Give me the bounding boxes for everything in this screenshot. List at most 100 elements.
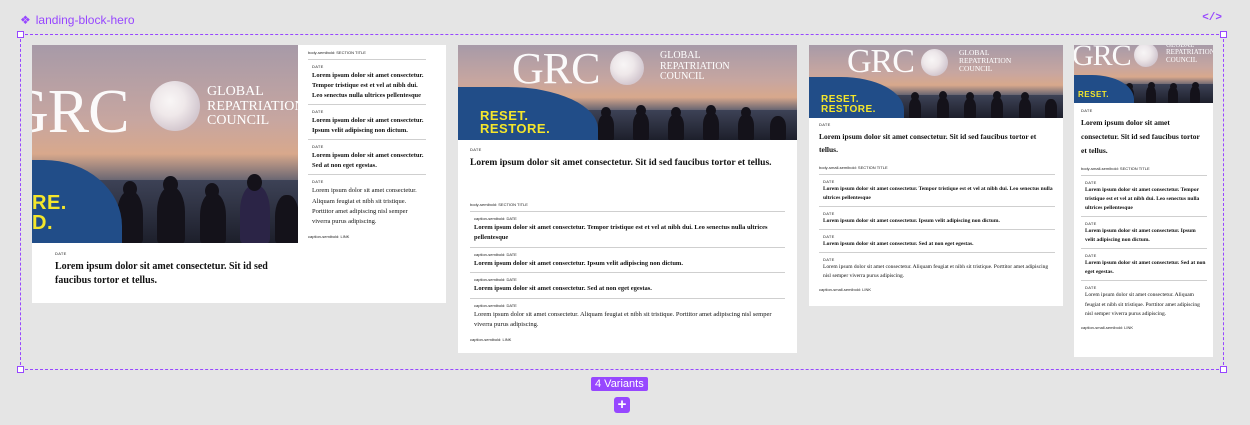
hero-org-name: GLOBAL REPATRIATION COUNCIL <box>660 50 730 83</box>
hero-image: GRC GLOBAL REPATRIATION COUNCIL RE. D. <box>32 45 298 243</box>
news-item[interactable]: DATE Lorem ipsum dolor sit amet consecte… <box>1081 217 1207 250</box>
hero-image: GRC GLOBAL REPATRIATION COUNCIL RESET. R… <box>809 45 1063 118</box>
tagline-line-2: RESTORE. <box>480 121 551 136</box>
item-text: Lorem ipsum dolor sit amet consectetur. … <box>312 187 417 225</box>
section-link[interactable]: caption-small-semibold: LINK <box>819 287 1055 292</box>
item-text: Lorem ipsum dolor sit amet consectetur. … <box>474 310 772 328</box>
item-text: Lorem ipsum dolor sit amet consectetur. … <box>474 285 652 293</box>
hero-tagline: RE. D. <box>32 193 67 233</box>
item-text: Lorem ipsum dolor sit amet consectetur. … <box>1085 228 1196 244</box>
section-title: body-semibold: SECTION TITLE <box>470 202 785 212</box>
hero-headline: Lorem ipsum dolor sit amet consectetur. … <box>55 261 268 286</box>
item-date: caption-semibold: DATE <box>474 216 517 221</box>
globe-logo-icon <box>610 51 644 85</box>
item-date: DATE <box>823 179 835 184</box>
section-link[interactable]: caption-small-semibold: LINK <box>1081 325 1207 330</box>
news-item[interactable]: DATE Lorem ipsum dolor sit amet consecte… <box>1081 281 1207 321</box>
news-list: body-small-semibold: SECTION TITLE DATE … <box>819 165 1055 292</box>
item-text: Lorem ipsum dolor sit amet consectetur. … <box>474 224 768 242</box>
variant-desktop-wide[interactable]: GRC GLOBAL REPATRIATION COUNCIL RE. D. D… <box>32 45 446 303</box>
news-item[interactable]: DATE Lorem ipsum dolor sit amet consecte… <box>819 175 1055 208</box>
hero-tagline: RESET. <box>1078 91 1109 99</box>
item-date: DATE <box>1085 285 1097 291</box>
news-item[interactable]: caption-semibold: DATE Lorem ipsum dolor… <box>470 212 785 248</box>
item-text: Lorem ipsum dolor sit amet consectetur. … <box>1085 260 1206 276</box>
component-icon: ❖ <box>20 13 31 27</box>
section-title: body-semibold: SECTION TITLE <box>308 50 426 60</box>
hero-image: GRC GLOBAL REPATRIATION COUNCIL RESET. R… <box>458 45 797 140</box>
date-label: DATE <box>55 251 67 256</box>
hero-text-block: DATE Lorem ipsum dolor sit amet consecte… <box>55 251 280 288</box>
section-title: body-small-semibold: SECTION TITLE <box>819 165 1055 175</box>
org-line-3: COUNCIL <box>959 63 993 73</box>
item-date: DATE <box>312 179 324 185</box>
org-line-2: REPATRIATION <box>207 98 298 114</box>
item-date: caption-semibold: DATE <box>474 251 517 257</box>
org-line-1: GLOBAL <box>660 50 701 61</box>
hero-image: GRC GLOBAL REPATRIATION COUNCIL RESET. <box>1074 45 1213 103</box>
hero-text-block: DATE Lorem ipsum dolor sit amet consecte… <box>819 122 1055 156</box>
item-date: DATE <box>312 109 324 115</box>
item-date: DATE <box>1085 253 1097 259</box>
item-text: Lorem ipsum dolor sit amet consectetur. … <box>823 241 974 248</box>
item-text: Lorem ipsum dolor sit amet consectetur. … <box>823 186 1053 202</box>
hero-headline: Lorem ipsum dolor sit amet consectetur. … <box>470 158 772 168</box>
resize-handle-bottom-left[interactable] <box>17 366 24 373</box>
item-text: Lorem ipsum dolor sit amet consectetur. … <box>1085 187 1200 212</box>
news-item[interactable]: DATE Lorem ipsum dolor sit amet consecte… <box>308 140 426 176</box>
item-date: DATE <box>823 257 835 263</box>
variant-mobile[interactable]: GRC GLOBAL REPATRIATION COUNCIL RESET. D… <box>1074 45 1213 357</box>
component-name: landing-block-hero <box>35 13 135 27</box>
hero-logo-text: GRC <box>32 78 129 146</box>
news-item[interactable]: DATE Lorem ipsum dolor sit amet consecte… <box>308 60 426 106</box>
date-label: DATE <box>470 147 482 152</box>
resize-handle-top-right[interactable] <box>1220 31 1227 38</box>
hero-org-name: GLOBAL REPATRIATION COUNCIL <box>1166 45 1213 64</box>
item-date: DATE <box>312 144 324 150</box>
item-date: DATE <box>1085 180 1097 185</box>
section-title: body-small-semibold: SECTION TITLE <box>1081 166 1207 176</box>
hero-logo-text: GRC <box>847 45 915 80</box>
news-item[interactable]: DATE Lorem ipsum dolor sit amet consecte… <box>308 105 426 141</box>
item-date: DATE <box>823 234 835 240</box>
item-date: DATE <box>1085 221 1097 227</box>
date-label: DATE <box>1081 108 1093 113</box>
news-sidebar: body-semibold: SECTION TITLE DATE Lorem … <box>308 50 426 239</box>
org-line-3: COUNCIL <box>207 113 270 129</box>
hero-headline: Lorem ipsum dolor sit amet consectetur. … <box>819 132 1037 155</box>
hero-headline: Lorem ipsum dolor sit amet consectetur. … <box>1081 118 1200 155</box>
item-text: Lorem ipsum dolor sit amet consectetur. … <box>474 259 683 267</box>
tagline-line-1: RESET. <box>1078 90 1110 99</box>
variants-count-badge[interactable]: 4 Variants <box>591 377 648 391</box>
resize-handle-top-left[interactable] <box>17 31 24 38</box>
news-item[interactable]: caption-semibold: DATE Lorem ipsum dolor… <box>470 299 785 334</box>
news-list: body-small-semibold: SECTION TITLE DATE … <box>1081 166 1207 330</box>
org-line-3: COUNCIL <box>660 71 705 82</box>
code-icon[interactable]: </> <box>1202 12 1222 24</box>
add-variant-button[interactable]: + <box>614 397 630 413</box>
tagline-line-2: D. <box>32 212 53 234</box>
resize-handle-bottom-right[interactable] <box>1220 366 1227 373</box>
news-item[interactable]: DATE Lorem ipsum dolor sit amet consecte… <box>819 230 1055 254</box>
globe-logo-icon <box>1134 45 1158 67</box>
hero-tagline: RESET. RESTORE. <box>821 95 876 115</box>
news-item[interactable]: DATE Lorem ipsum dolor sit amet consecte… <box>819 207 1055 231</box>
hero-logo-text: GRC <box>512 45 600 93</box>
news-item[interactable]: caption-semibold: DATE Lorem ipsum dolor… <box>470 273 785 299</box>
org-line-1: GLOBAL <box>207 84 264 99</box>
news-item[interactable]: DATE Lorem ipsum dolor sit amet consecte… <box>819 253 1055 284</box>
hero-org-name: GLOBAL REPATRIATION COUNCIL <box>959 49 1011 73</box>
section-link[interactable]: caption-semibold: LINK <box>308 234 426 239</box>
item-text: Lorem ipsum dolor sit amet consectetur. … <box>312 72 424 100</box>
variant-small[interactable]: GRC GLOBAL REPATRIATION COUNCIL RESET. R… <box>809 45 1063 306</box>
hero-logo-text: GRC <box>1074 45 1132 72</box>
news-item[interactable]: DATE Lorem ipsum dolor sit amet consecte… <box>1081 249 1207 282</box>
section-link[interactable]: caption-semibold: LINK <box>470 337 785 342</box>
news-item[interactable]: DATE Lorem ipsum dolor sit amet consecte… <box>308 175 426 229</box>
item-text: Lorem ipsum dolor sit amet consectetur. … <box>312 152 424 170</box>
variant-tablet[interactable]: GRC GLOBAL REPATRIATION COUNCIL RESET. R… <box>458 45 797 353</box>
globe-logo-icon <box>150 81 200 131</box>
news-item[interactable]: caption-semibold: DATE Lorem ipsum dolor… <box>470 248 785 274</box>
news-item[interactable]: DATE Lorem ipsum dolor sit amet consecte… <box>1081 176 1207 218</box>
component-set-label[interactable]: ❖ landing-block-hero <box>20 13 135 27</box>
